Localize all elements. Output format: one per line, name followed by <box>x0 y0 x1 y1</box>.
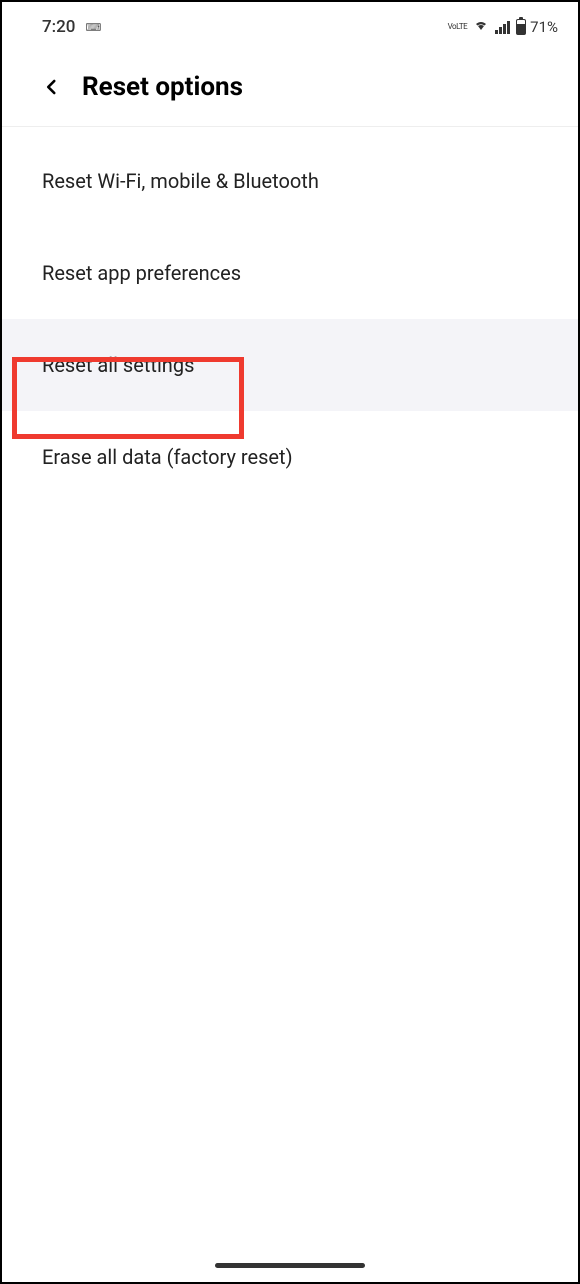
status-bar: 7:20 ⌨ VoLTE 71% <box>2 2 578 42</box>
volte-icon: VoLTE <box>448 23 468 31</box>
battery-icon <box>516 19 526 35</box>
back-icon[interactable] <box>40 75 64 99</box>
menu-item-label: Erase all data (factory reset) <box>42 445 293 469</box>
menu-item-label: Reset Wi-Fi, mobile & Bluetooth <box>42 169 319 193</box>
reset-options-list: Reset Wi-Fi, mobile & Bluetooth Reset ap… <box>2 127 578 503</box>
home-indicator[interactable] <box>215 1263 365 1268</box>
reset-app-preferences[interactable]: Reset app preferences <box>2 227 578 319</box>
battery-percent: 71% <box>530 18 558 36</box>
page-header: Reset options <box>2 42 578 127</box>
menu-item-label: Reset app preferences <box>42 261 241 285</box>
signal-icon <box>495 20 510 34</box>
battery-indicator: 71% <box>516 18 558 36</box>
status-bar-right: VoLTE 71% <box>448 18 558 36</box>
status-time: 7:20 <box>42 17 75 37</box>
notification-icon: ⌨ <box>85 21 101 34</box>
reset-wifi-mobile-bluetooth[interactable]: Reset Wi-Fi, mobile & Bluetooth <box>2 135 578 227</box>
reset-all-settings[interactable]: Reset all settings <box>2 319 578 411</box>
erase-all-data-factory-reset[interactable]: Erase all data (factory reset) <box>2 411 578 503</box>
wifi-icon <box>473 18 489 36</box>
menu-item-label: Reset all settings <box>42 353 194 377</box>
page-title: Reset options <box>82 72 243 102</box>
status-bar-left: 7:20 ⌨ <box>42 17 101 37</box>
